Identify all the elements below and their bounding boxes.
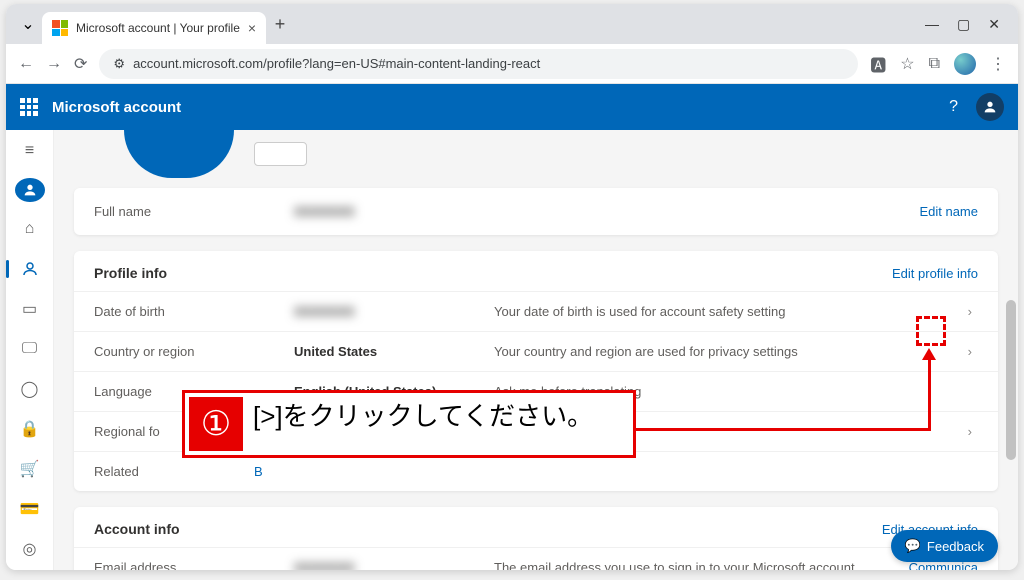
translate-icon[interactable]: 🅰 xyxy=(870,52,886,76)
rail-security-icon[interactable]: ◯ xyxy=(14,376,46,402)
related-label: Related xyxy=(94,464,294,479)
annotation-callout: ① [>]をクリックしてください。 xyxy=(182,390,636,458)
edit-picture-button[interactable] xyxy=(254,142,307,166)
chevron-right-icon[interactable]: › xyxy=(962,304,978,319)
forward-icon[interactable]: → xyxy=(46,55,62,73)
country-desc: Your country and region are used for pri… xyxy=(494,344,962,359)
help-icon[interactable]: ? xyxy=(949,98,958,116)
maximize-icon[interactable]: ▢ xyxy=(957,16,970,33)
rail-orders-icon[interactable]: 💳 xyxy=(14,496,46,522)
scrollbar-thumb[interactable] xyxy=(1006,300,1016,460)
feedback-label: Feedback xyxy=(927,539,984,554)
content-area: Full name XXXXXXX Edit name Profile info… xyxy=(54,130,1018,570)
email-desc: The email address you use to sign in to … xyxy=(494,560,909,570)
left-rail: ≡ ⌂ ▭ 🖵 ◯ 🔒 🛒 💳 ◎ xyxy=(6,130,54,570)
rail-devices-icon[interactable]: 🖵 xyxy=(14,336,46,362)
row-dob[interactable]: Date of birth XXXXXXX Your date of birth… xyxy=(74,291,998,331)
edit-name-link[interactable]: Edit name xyxy=(919,204,978,219)
country-value: United States xyxy=(294,344,494,359)
fullname-value: XXXXXXX xyxy=(294,204,494,219)
tab-title: Microsoft account | Your profile xyxy=(76,21,240,35)
tab-dropdown[interactable]: ⌄ xyxy=(14,14,42,34)
app-launcher-icon[interactable] xyxy=(20,98,38,116)
fullname-label: Full name xyxy=(94,204,294,219)
tab-strip: ⌄ Microsoft account | Your profile × + —… xyxy=(6,4,1018,44)
account-info-title: Account info xyxy=(94,521,180,537)
browser-window: ⌄ Microsoft account | Your profile × + —… xyxy=(6,4,1018,570)
rail-payments-icon[interactable]: 🛒 xyxy=(14,456,46,482)
close-window-icon[interactable]: ✕ xyxy=(988,16,1000,33)
reload-icon[interactable]: ⟳ xyxy=(74,54,87,74)
close-tab-icon[interactable]: × xyxy=(248,20,256,36)
app-body: ≡ ⌂ ▭ 🖵 ◯ 🔒 🛒 💳 ◎ Full name XXXXXXX xyxy=(6,130,1018,570)
related-link[interactable]: B xyxy=(254,464,263,479)
rail-home-icon[interactable]: ⌂ xyxy=(14,216,46,242)
extensions-icon[interactable]: ⧉ xyxy=(929,55,940,73)
email-label: Email address xyxy=(94,560,294,570)
dob-value: XXXXXXX xyxy=(294,304,494,319)
profile-info-title: Profile info xyxy=(94,265,167,281)
rail-menu-icon[interactable]: ≡ xyxy=(14,138,46,164)
rail-privacy-icon[interactable]: 🔒 xyxy=(14,416,46,442)
browser-tab[interactable]: Microsoft account | Your profile × xyxy=(42,12,266,44)
account-info-card: Account info Edit account info Email add… xyxy=(74,507,998,570)
rail-your-info-icon[interactable] xyxy=(15,178,45,202)
annotation-arrow-vertical xyxy=(928,358,931,430)
window-controls: — ▢ ✕ xyxy=(925,16,1010,33)
app-header: Microsoft account ? xyxy=(6,84,1018,130)
app-title: Microsoft account xyxy=(52,99,181,116)
rail-profile-icon[interactable] xyxy=(14,256,46,282)
rail-subscriptions-icon[interactable]: ▭ xyxy=(14,296,46,322)
dob-label: Date of birth xyxy=(94,304,294,319)
rail-addresses-icon[interactable]: ◎ xyxy=(14,536,46,562)
fullname-card: Full name XXXXXXX Edit name xyxy=(74,188,998,235)
fullname-row: Full name XXXXXXX Edit name xyxy=(74,188,998,235)
dob-desc: Your date of birth is used for account s… xyxy=(494,304,962,319)
annotation-text: [>]をクリックしてください。 xyxy=(247,393,607,440)
row-email[interactable]: Email address XXXXXXX The email address … xyxy=(74,547,998,570)
address-bar: ← → ⟳ ⚙ account.microsoft.com/profile?la… xyxy=(6,44,1018,84)
site-settings-icon[interactable]: ⚙ xyxy=(113,56,125,72)
microsoft-favicon xyxy=(52,20,68,36)
edit-profile-info-link[interactable]: Edit profile info xyxy=(892,266,978,281)
feedback-button[interactable]: 💬 Feedback xyxy=(891,530,998,562)
menu-icon[interactable]: ⋮ xyxy=(990,54,1006,74)
bookmark-icon[interactable]: ☆ xyxy=(900,54,914,74)
account-avatar-icon[interactable] xyxy=(976,93,1004,121)
row-country[interactable]: Country or region United States Your cou… xyxy=(74,331,998,371)
profile-avatar-icon[interactable] xyxy=(954,53,976,75)
chevron-right-icon[interactable]: › xyxy=(962,424,978,439)
url-field[interactable]: ⚙ account.microsoft.com/profile?lang=en-… xyxy=(99,49,858,79)
profile-avatar-large xyxy=(124,130,234,178)
annotation-badge: ① xyxy=(189,397,243,451)
back-icon[interactable]: ← xyxy=(18,55,34,73)
new-tab-button[interactable]: + xyxy=(266,14,294,35)
url-text: account.microsoft.com/profile?lang=en-US… xyxy=(133,56,540,71)
chat-icon: 💬 xyxy=(905,538,921,554)
email-value: XXXXXXX xyxy=(294,560,494,570)
chevron-right-icon[interactable]: › xyxy=(962,344,978,359)
profile-hero xyxy=(74,130,998,188)
country-label: Country or region xyxy=(94,344,294,359)
minimize-icon[interactable]: — xyxy=(925,16,939,33)
annotation-arrow-horizontal xyxy=(634,428,931,431)
